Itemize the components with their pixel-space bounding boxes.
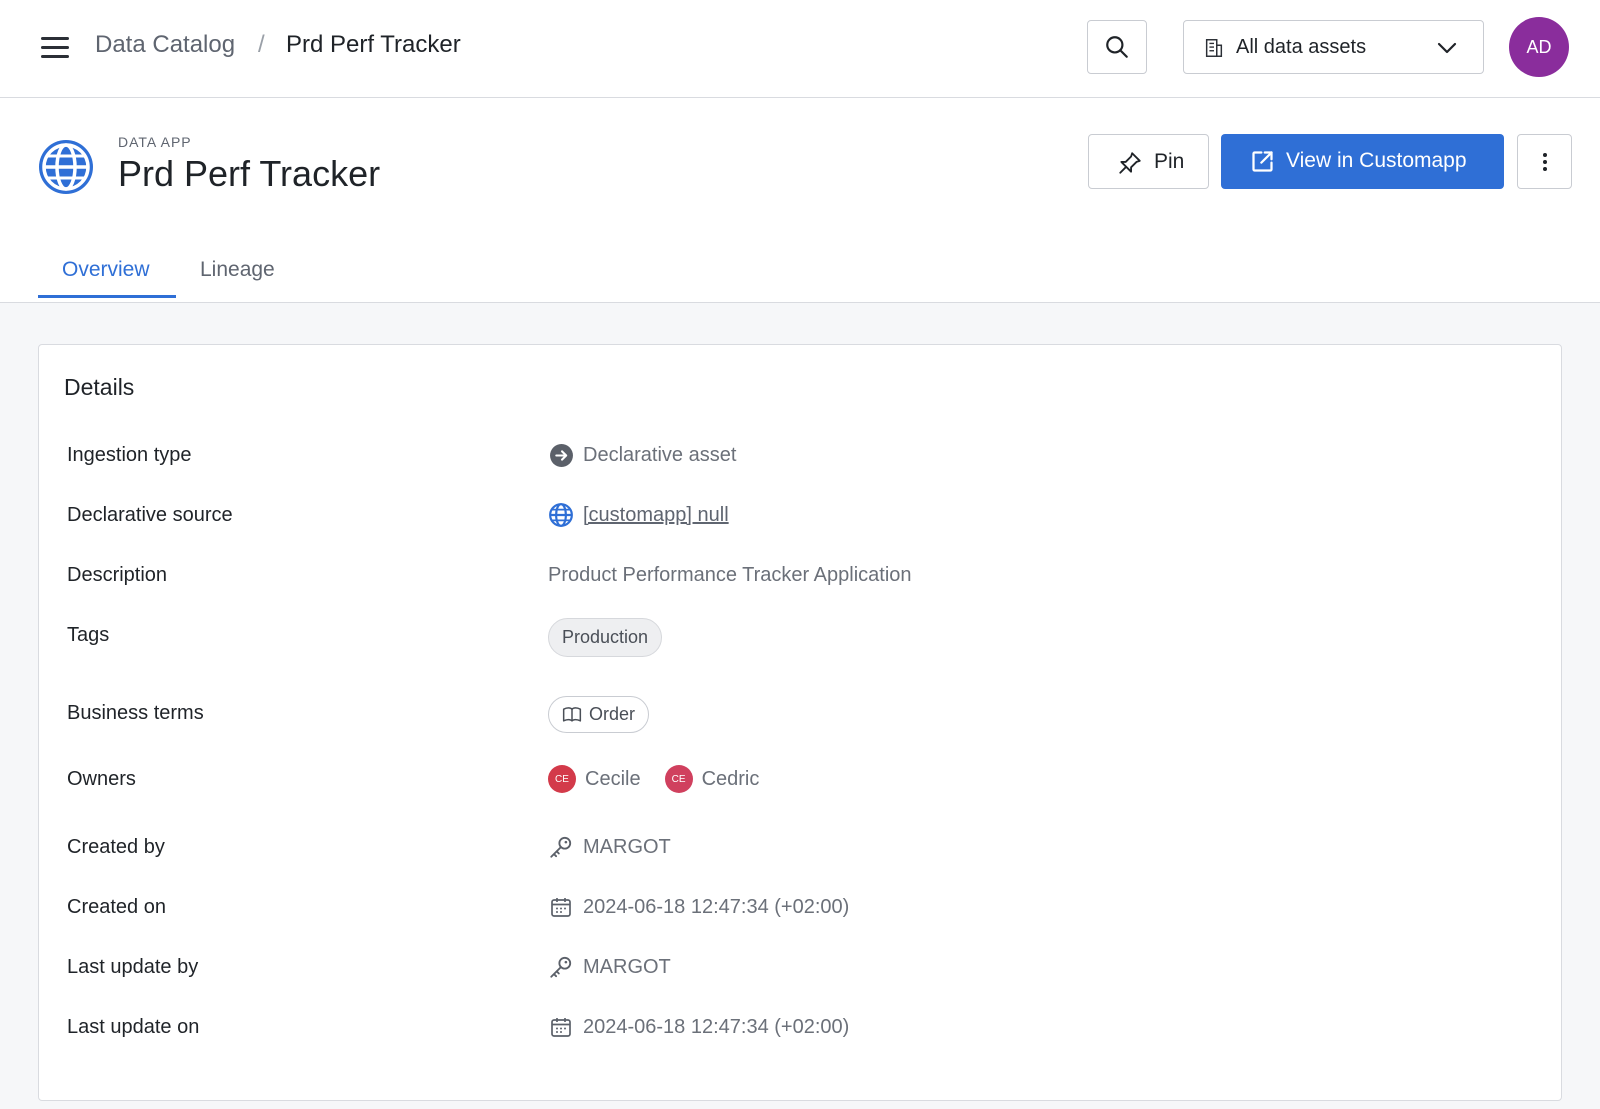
key-icon	[548, 834, 574, 860]
description-text: Product Performance Tracker Application	[548, 564, 912, 586]
pin-label: Pin	[1154, 150, 1185, 173]
tag-production[interactable]: Production	[548, 618, 663, 657]
last-update-on-label: Last update on	[67, 1016, 200, 1038]
declarative-source-link[interactable]: [customapp] null	[583, 504, 729, 527]
owner-name: Cedric	[701, 767, 760, 790]
chevron-down-icon	[1437, 42, 1457, 54]
tags-value: Production	[548, 618, 663, 657]
owner-name: Cecile	[585, 767, 641, 790]
view-in-app-label: View in Customapp	[1286, 149, 1467, 172]
calendar-icon	[548, 1014, 574, 1040]
external-link-icon	[1252, 151, 1273, 172]
pin-icon	[1119, 152, 1141, 174]
breadcrumb-separator: /	[258, 31, 265, 58]
ingestion-type-label: Ingestion type	[67, 444, 192, 466]
created-by-text: MARGOT	[583, 835, 671, 858]
business-term-label: Order	[589, 704, 636, 724]
description-label: Description	[67, 564, 168, 586]
tab-overview[interactable]: Overview	[62, 258, 150, 282]
owners-value: CE Cecile CE Cedric	[548, 765, 783, 793]
owners-label: Owners	[67, 768, 136, 790]
created-on-value: 2024-06-18 12:47:34 (+02:00)	[548, 894, 849, 920]
created-on-text: 2024-06-18 12:47:34 (+02:00)	[583, 895, 850, 918]
last-update-on-text: 2024-06-18 12:47:34 (+02:00)	[583, 1015, 850, 1038]
last-update-by-label: Last update by	[67, 956, 199, 978]
key-icon	[548, 954, 574, 980]
more-options-button[interactable]	[1517, 134, 1572, 189]
details-title: Details	[64, 374, 135, 400]
business-term-order[interactable]: Order	[548, 696, 650, 733]
tags-label: Tags	[67, 624, 110, 646]
created-on-label: Created on	[67, 896, 166, 918]
ingestion-type-value: Declarative asset	[548, 442, 736, 468]
owner-item[interactable]: CE Cecile	[548, 765, 641, 793]
breadcrumb-current: Prd Perf Tracker	[286, 31, 461, 58]
asset-filter-label: All data assets	[1236, 36, 1367, 58]
arrow-circle-icon	[548, 442, 574, 468]
business-terms-value: Order	[548, 696, 650, 733]
book-icon	[562, 706, 582, 722]
pin-button[interactable]: Pin	[1088, 134, 1209, 189]
business-terms-label: Business terms	[67, 702, 204, 724]
owner-item[interactable]: CE Cedric	[664, 765, 760, 793]
description-value: Product Performance Tracker Application	[548, 564, 912, 587]
top-bar: Data Catalog / Prd Perf Tracker All data…	[0, 0, 1600, 98]
created-by-label: Created by	[67, 836, 165, 858]
page-title: Prd Perf Tracker	[118, 153, 381, 194]
active-tab-indicator	[38, 295, 176, 298]
breadcrumb-root[interactable]: Data Catalog	[95, 31, 235, 59]
last-update-on-value: 2024-06-18 12:47:34 (+02:00)	[548, 1014, 849, 1040]
owner-avatar: CE	[664, 765, 693, 793]
globe-icon	[548, 502, 574, 528]
declarative-source-value: [customapp] null	[548, 502, 729, 528]
ingestion-type-text: Declarative asset	[583, 443, 737, 466]
calendar-icon	[548, 894, 574, 920]
building-icon	[1205, 39, 1223, 57]
tab-lineage[interactable]: Lineage	[200, 258, 275, 282]
last-update-by-value: MARGOT	[548, 954, 671, 980]
view-in-app-button[interactable]: View in Customapp	[1221, 134, 1504, 189]
menu-icon[interactable]	[38, 34, 72, 62]
owner-avatar: CE	[548, 765, 576, 793]
user-avatar[interactable]: AD	[1509, 17, 1569, 77]
asset-header: DATA APP Prd Perf Tracker Pin View in Cu…	[0, 98, 1600, 303]
asset-kind: DATA APP	[118, 134, 192, 150]
globe-icon	[39, 140, 93, 194]
declarative-source-label: Declarative source	[67, 504, 233, 526]
search-button[interactable]	[1087, 20, 1147, 74]
last-update-by-text: MARGOT	[583, 955, 671, 978]
details-card: Details Ingestion type Declarative asset…	[38, 344, 1562, 1101]
search-icon	[1106, 36, 1128, 58]
created-by-value: MARGOT	[548, 834, 671, 860]
asset-filter-select[interactable]: All data assets	[1183, 20, 1484, 74]
